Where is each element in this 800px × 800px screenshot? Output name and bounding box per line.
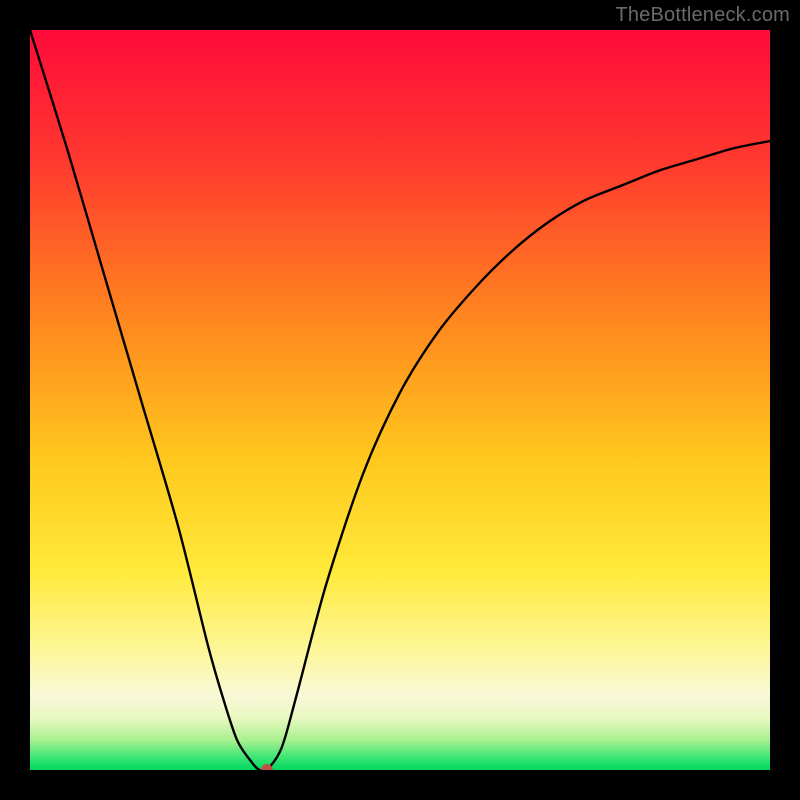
- gradient-plot-area: [30, 30, 770, 770]
- watermark-text: TheBottleneck.com: [615, 4, 790, 27]
- chart-frame: TheBottleneck.com: [0, 0, 800, 800]
